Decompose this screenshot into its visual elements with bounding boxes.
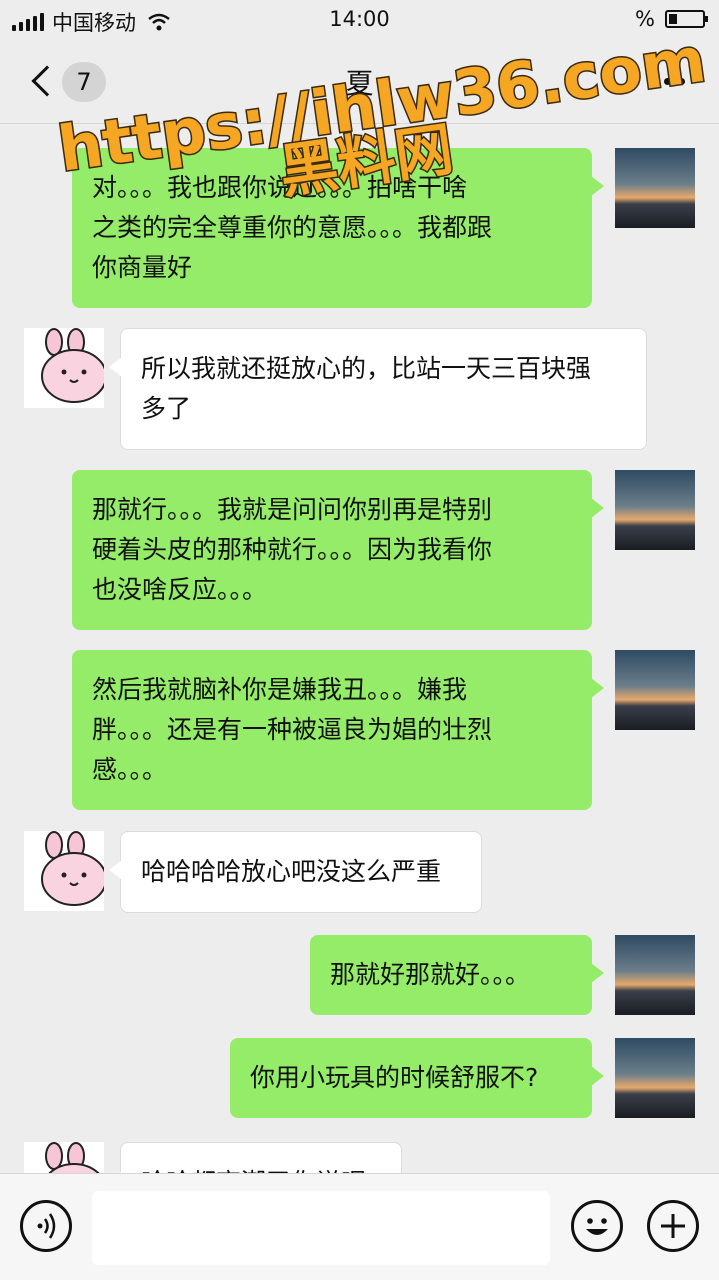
battery-icon (665, 10, 708, 28)
my-message-bubble[interactable]: 然后我就脑补你是嫌我丑。。。嫌我 胖。。。还是有一种被逼良为娼的壮烈 感。。。 (72, 650, 604, 810)
voice-icon (37, 1213, 56, 1239)
input-bar (0, 1173, 719, 1280)
bunny-avatar-icon (41, 831, 104, 906)
contact-message-bubble[interactable]: 哈哈都高潮了你说呢 (109, 1142, 402, 1173)
emoji-button[interactable] (571, 1200, 623, 1252)
chat-title: 夏 (345, 67, 374, 100)
more-icon[interactable] (650, 78, 685, 85)
status-bar: 中国移动 14:00 % (0, 0, 719, 40)
contact-message-bubble[interactable]: 哈哈哈哈放心吧没这么严重 (109, 831, 482, 913)
my-message-bubble[interactable]: 对。。。我也跟你说过。。。拍啥干啥 之类的完全尊重你的意愿。。。我都跟 你商量好 (72, 148, 604, 308)
bunny-avatar-icon (45, 1142, 100, 1173)
status-time: 14:00 (329, 7, 390, 31)
my-avatar[interactable] (615, 650, 695, 730)
emoji-icon (586, 1218, 608, 1235)
contact-avatar[interactable] (24, 328, 104, 408)
plus-button[interactable] (647, 1200, 699, 1252)
my-message-bubble[interactable]: 你用小玩具的时候舒服不? (230, 1038, 604, 1118)
chat-area[interactable]: 对。。。我也跟你说过。。。拍啥干啥 之类的完全尊重你的意愿。。。我都跟 你商量好… (0, 124, 719, 1173)
contact-message-bubble[interactable]: 所以我就还挺放心的，比站一天三百块强 多了 (109, 328, 647, 450)
bunny-avatar-icon (41, 328, 104, 403)
my-avatar[interactable] (615, 1038, 695, 1118)
my-avatar[interactable] (615, 148, 695, 228)
battery-percent: % (635, 7, 655, 31)
voice-button[interactable] (20, 1200, 72, 1252)
title-bar: 7 夏 (0, 40, 719, 124)
my-message-bubble[interactable]: 那就行。。。我就是问问你别再是特别 硬着头皮的那种就行。。。因为我看你 也没啥反… (72, 470, 604, 630)
contact-avatar[interactable] (24, 1142, 104, 1173)
message-input[interactable] (92, 1191, 550, 1265)
my-avatar[interactable] (615, 935, 695, 1015)
my-avatar[interactable] (615, 470, 695, 550)
contact-avatar[interactable] (24, 831, 104, 911)
plus-icon (661, 1214, 685, 1238)
my-message-bubble[interactable]: 那就好那就好。。。 (310, 935, 604, 1015)
